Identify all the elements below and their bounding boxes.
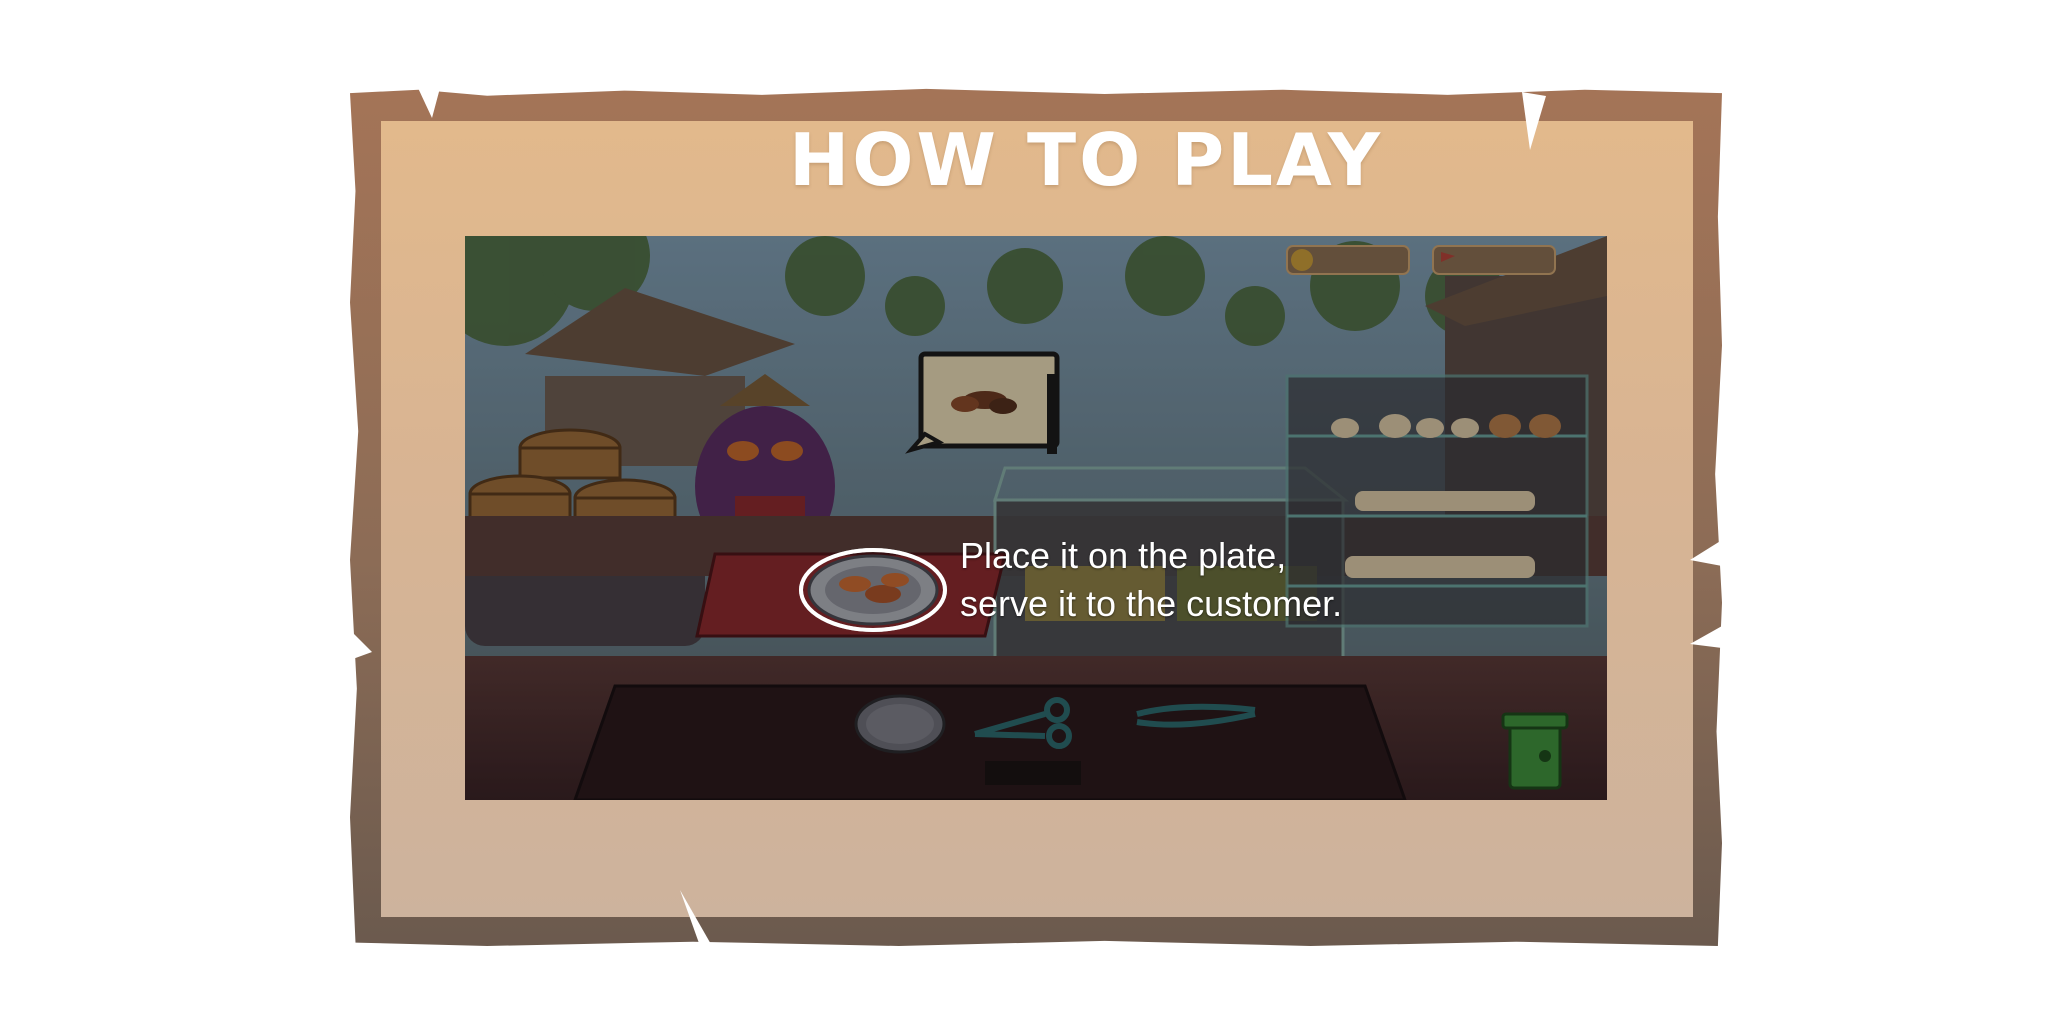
tutorial-instruction: Place it on the plate, serve it to the c… xyxy=(960,532,1342,628)
instruction-line-1: Place it on the plate, xyxy=(960,535,1287,576)
tutorial-screen: HOW TO PLAY Place it on the plate, serve… xyxy=(0,0,2048,1024)
instruction-line-2: serve it to the customer. xyxy=(960,583,1343,624)
gameplay-preview xyxy=(465,236,1607,800)
page-title: HOW TO PLAY xyxy=(789,118,1383,202)
